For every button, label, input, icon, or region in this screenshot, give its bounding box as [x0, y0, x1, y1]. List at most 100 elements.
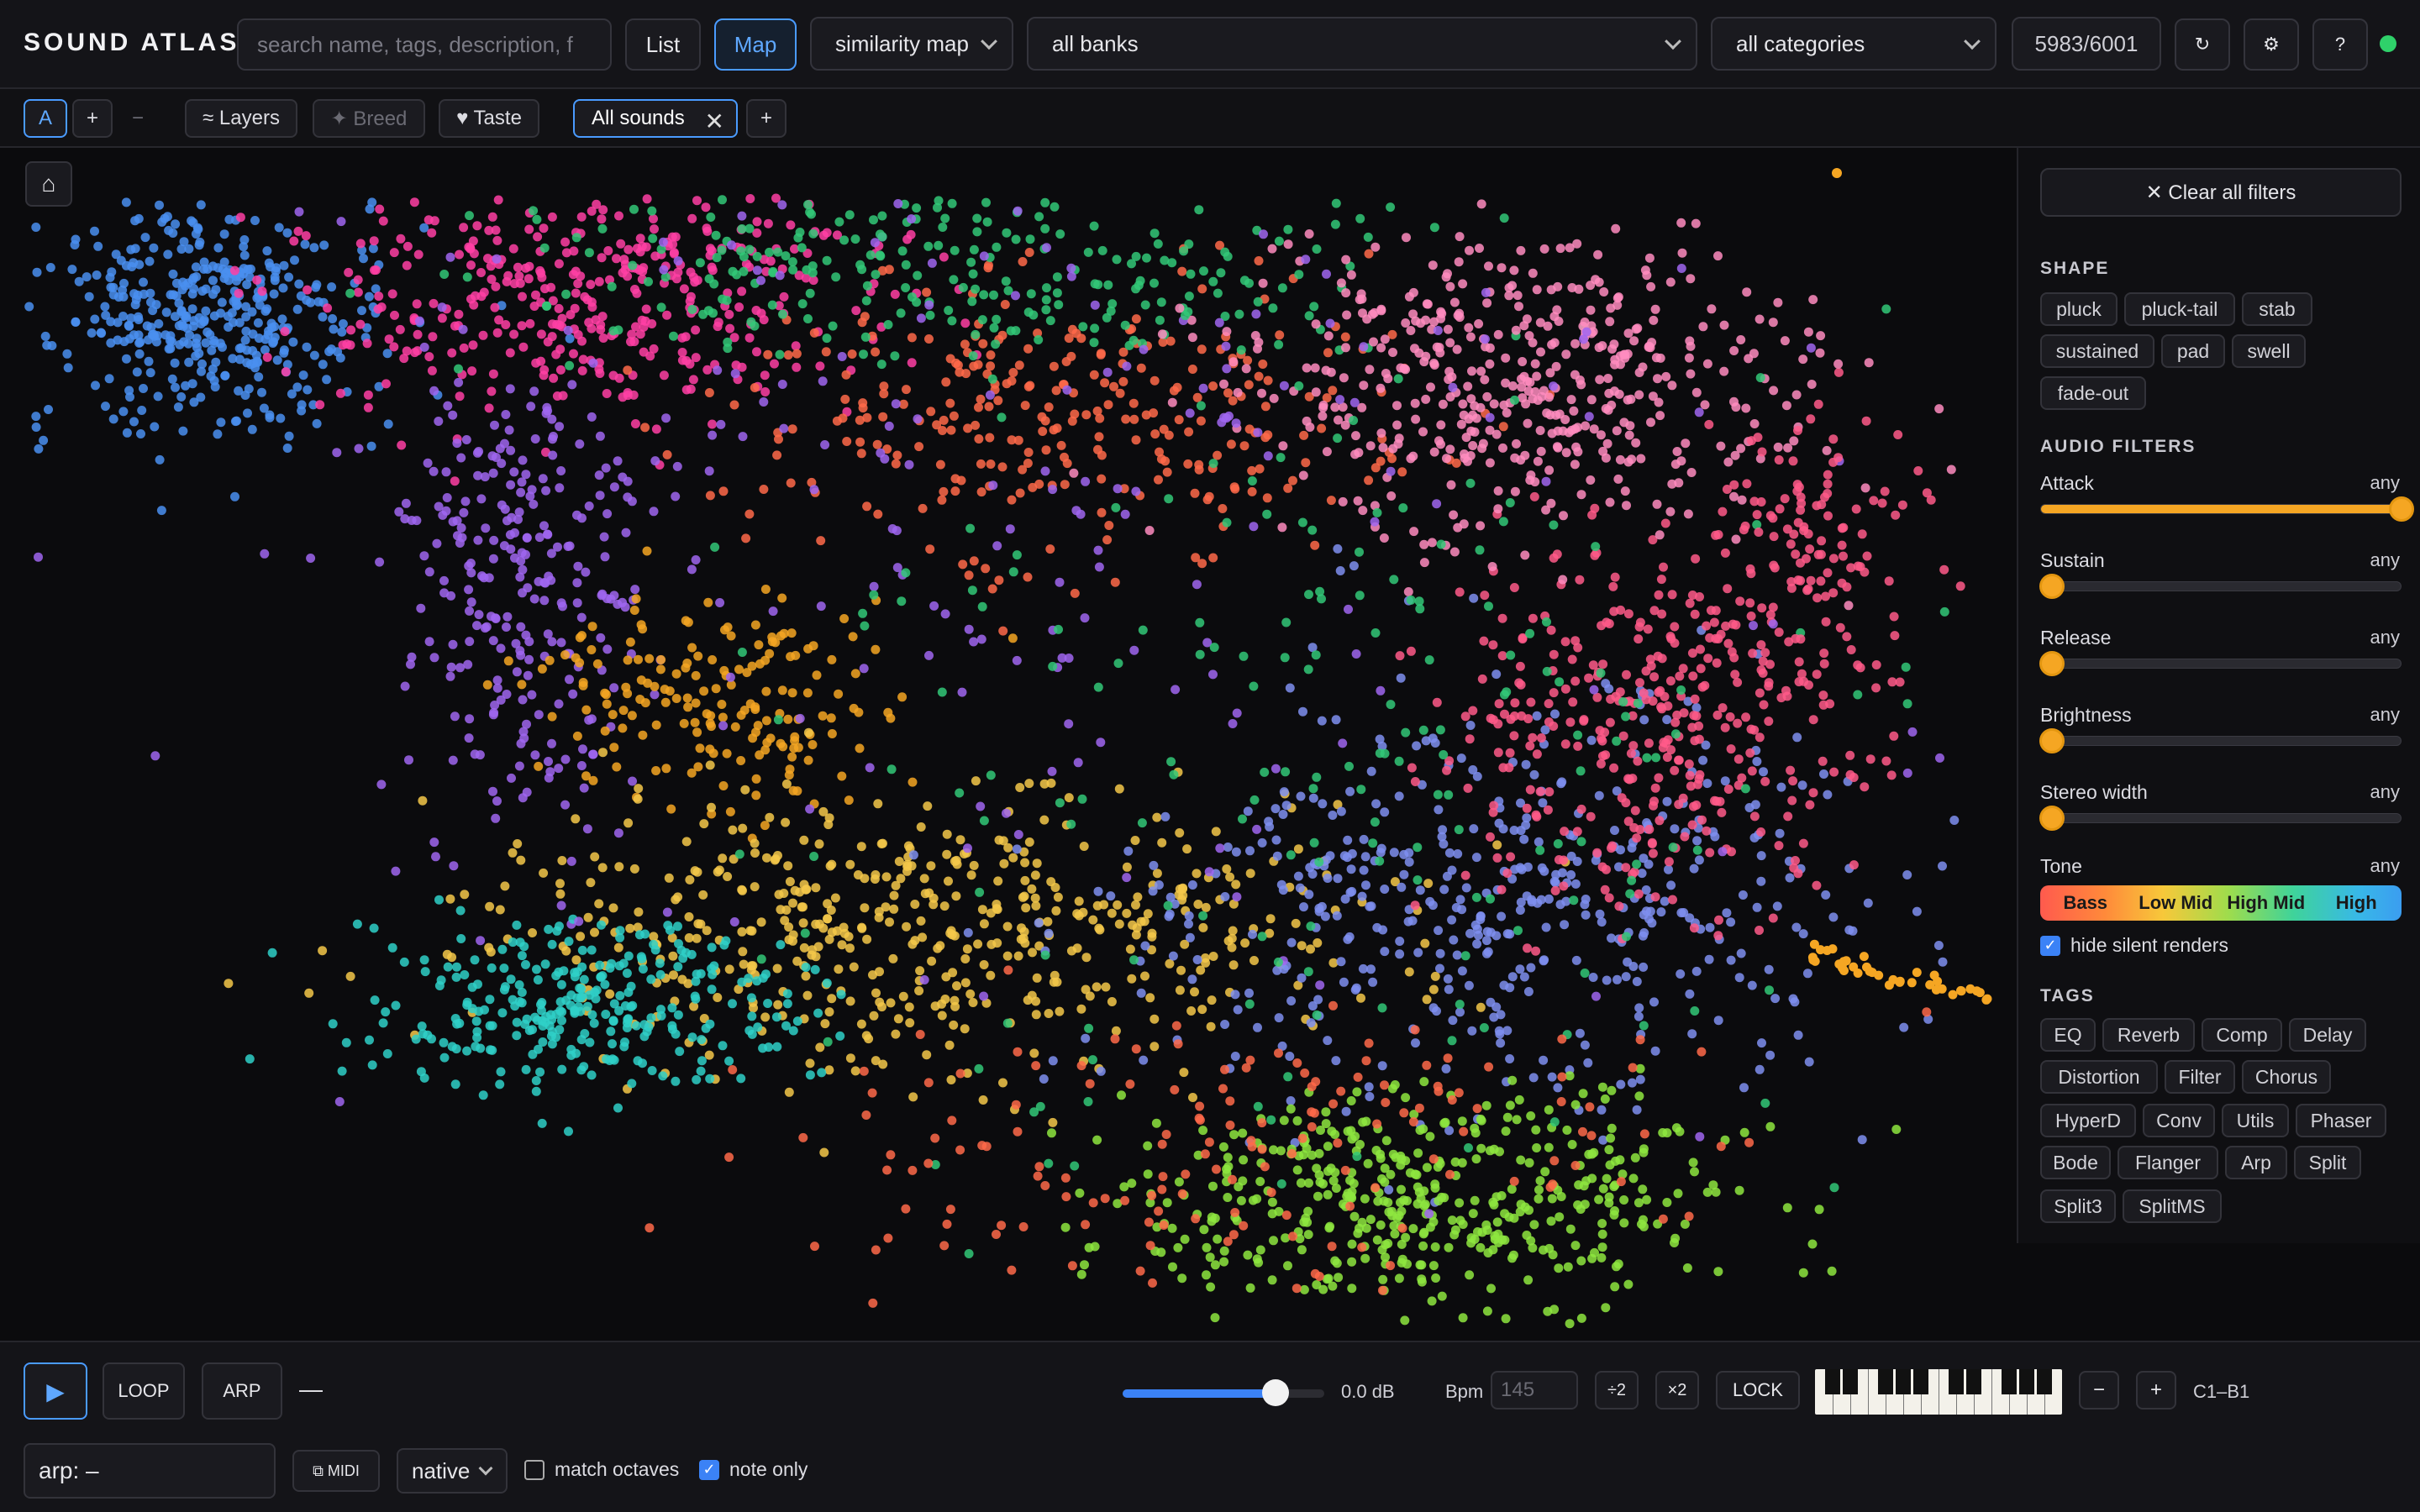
sound-point[interactable] [1408, 451, 1418, 461]
similarity-map[interactable] [0, 148, 2017, 1341]
sound-point[interactable] [253, 318, 263, 328]
sound-point[interactable] [1034, 335, 1044, 344]
sound-point[interactable] [1307, 1107, 1317, 1117]
sound-point[interactable] [603, 246, 613, 255]
sound-point[interactable] [967, 585, 977, 596]
sound-point[interactable] [998, 626, 1008, 636]
sound-point[interactable] [512, 1031, 522, 1041]
sound-point[interactable] [1013, 830, 1023, 839]
sound-point[interactable] [1553, 443, 1563, 453]
sound-point[interactable] [460, 496, 471, 507]
sound-point[interactable] [597, 214, 607, 224]
sound-point[interactable] [1460, 870, 1470, 880]
sound-point[interactable] [576, 612, 587, 622]
sound-point[interactable] [901, 283, 911, 292]
sound-point[interactable] [1243, 806, 1253, 816]
sound-point[interactable] [1090, 279, 1100, 289]
sound-point[interactable] [818, 711, 828, 721]
sound-point[interactable] [1225, 1096, 1235, 1106]
sound-point[interactable] [1050, 202, 1060, 212]
sound-point[interactable] [650, 690, 660, 700]
sound-point[interactable] [1109, 381, 1118, 391]
sound-point[interactable] [1089, 370, 1099, 380]
sound-point[interactable] [1145, 1241, 1155, 1251]
sound-point[interactable] [1597, 1252, 1607, 1263]
sound-point[interactable] [496, 1067, 506, 1077]
sound-point[interactable] [628, 776, 637, 786]
sound-point[interactable] [947, 198, 957, 208]
sound-point[interactable] [517, 548, 527, 558]
sound-point[interactable] [1097, 474, 1107, 484]
sound-point[interactable] [1434, 926, 1444, 936]
sound-point[interactable] [1096, 738, 1106, 748]
sound-point[interactable] [196, 200, 206, 210]
sound-point[interactable] [1445, 1169, 1455, 1179]
sound-point[interactable] [1549, 1305, 1560, 1315]
sound-point[interactable] [1102, 535, 1113, 545]
sound-point[interactable] [809, 328, 819, 338]
sound-point[interactable] [485, 995, 495, 1005]
sound-point[interactable] [677, 348, 687, 357]
sound-point[interactable] [819, 1147, 829, 1158]
sound-point[interactable] [1555, 1212, 1565, 1222]
sound-point[interactable] [878, 1059, 888, 1069]
sound-point[interactable] [1013, 951, 1023, 961]
sound-point[interactable] [579, 783, 589, 793]
sound-point[interactable] [1730, 669, 1740, 680]
sound-point[interactable] [265, 412, 275, 423]
sound-point[interactable] [722, 296, 732, 306]
sound-point[interactable] [1423, 299, 1433, 309]
sound-point[interactable] [751, 790, 761, 801]
sound-point[interactable] [1313, 1191, 1323, 1201]
sound-point[interactable] [1139, 344, 1149, 354]
sound-point[interactable] [502, 622, 511, 632]
sound-point[interactable] [1441, 272, 1451, 282]
sound-point[interactable] [1228, 926, 1238, 936]
sound-point[interactable] [1115, 388, 1125, 398]
sound-point[interactable] [699, 819, 709, 829]
sound-point[interactable] [874, 906, 884, 916]
sound-point[interactable] [584, 501, 594, 511]
sound-point[interactable] [855, 415, 865, 425]
sound-point[interactable] [1204, 1137, 1214, 1147]
sound-point[interactable] [789, 743, 799, 753]
sound-point[interactable] [447, 348, 457, 358]
sound-point[interactable] [718, 853, 728, 864]
sound-point[interactable] [544, 773, 554, 783]
sound-point[interactable] [1511, 325, 1521, 335]
sound-point[interactable] [1297, 1133, 1307, 1143]
sound-point[interactable] [1729, 653, 1739, 663]
sound-point[interactable] [1581, 421, 1591, 431]
sound-point[interactable] [1297, 941, 1307, 951]
sound-point[interactable] [1731, 402, 1741, 412]
sound-point[interactable] [802, 688, 813, 698]
sound-point[interactable] [801, 885, 811, 895]
sound-point[interactable] [560, 650, 570, 660]
sound-point[interactable] [684, 912, 694, 921]
sound-point[interactable] [1236, 345, 1246, 355]
sound-point[interactable] [772, 1042, 782, 1052]
sound-point[interactable] [1449, 935, 1459, 945]
sound-point[interactable] [708, 265, 718, 276]
sound-point[interactable] [1377, 1174, 1386, 1184]
sound-point[interactable] [459, 507, 469, 517]
sound-point[interactable] [698, 309, 708, 319]
sound-point[interactable] [602, 509, 613, 519]
sound-point[interactable] [1493, 504, 1503, 514]
sound-point[interactable] [1303, 1230, 1313, 1240]
sound-point[interactable] [1506, 714, 1516, 724]
sound-point[interactable] [1181, 1169, 1191, 1179]
sound-point[interactable] [1643, 624, 1653, 634]
sound-point[interactable] [763, 218, 773, 228]
sound-point[interactable] [1400, 1315, 1410, 1326]
sound-point[interactable] [1630, 1152, 1640, 1163]
sound-point[interactable] [894, 857, 904, 866]
sound-point[interactable] [118, 407, 129, 417]
sound-point[interactable] [1746, 724, 1756, 734]
sound-point[interactable] [736, 756, 746, 765]
sound-point[interactable] [618, 268, 628, 278]
sound-point[interactable] [219, 229, 229, 239]
sound-point[interactable] [1414, 1103, 1424, 1113]
sound-point[interactable] [623, 1014, 634, 1024]
sound-point[interactable] [979, 991, 989, 1001]
